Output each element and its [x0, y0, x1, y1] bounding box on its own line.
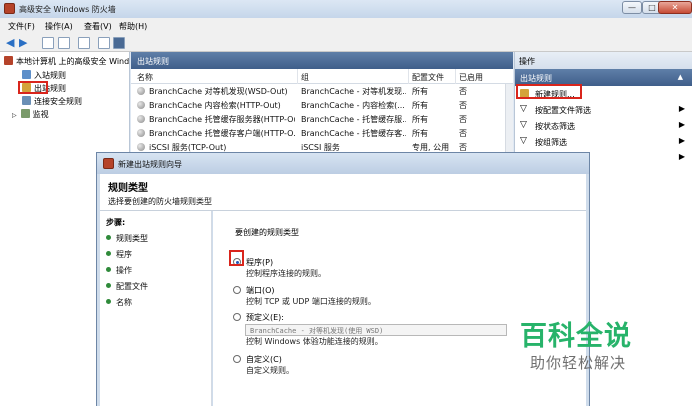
title-bar: 高级安全 Windows 防火墙 — □ ✕ — [0, 0, 692, 18]
step-program: 程序 — [106, 249, 132, 260]
actions-title: 操作 — [515, 52, 692, 69]
folder-up-icon[interactable] — [42, 37, 54, 49]
monitoring-icon — [20, 109, 30, 118]
table-row[interactable]: BranchCache 托管缓存服务器(HTTP-Out) BranchCach… — [131, 112, 505, 126]
watermark-slogan: 助你轻松解决 — [530, 354, 627, 372]
export-icon[interactable] — [78, 37, 90, 49]
watermark-logo: 百科全说 — [520, 321, 632, 352]
wizard-title: 新建出站规则向导 — [118, 160, 182, 169]
wizard-heading: 规则类型 — [108, 183, 148, 194]
back-icon[interactable]: ◀ — [6, 37, 16, 49]
connection-security-icon — [22, 96, 31, 105]
step-bullet-icon — [106, 235, 111, 240]
steps-header: 步骤: — [106, 218, 126, 227]
action-filter-by-state[interactable]: ▽ 按状态筛选 ▶ — [515, 118, 692, 134]
submenu-arrow-icon: ▶ — [678, 104, 685, 113]
rule-disabled-icon — [137, 143, 145, 151]
custom-radio[interactable] — [233, 355, 241, 363]
action-filter-by-profile[interactable]: ▽ 按配置文件筛选 ▶ — [515, 102, 692, 118]
minimize-button[interactable]: — — [622, 1, 642, 14]
menu-help[interactable]: 帮助(H) — [119, 21, 147, 32]
submenu-arrow-icon: ▶ — [678, 136, 685, 145]
new-outbound-rule-wizard: 新建出站规则向导 规则类型 选择要创建的防火墙规则类型 步骤: 规则类型 程序 … — [96, 152, 590, 406]
window-title: 高级安全 Windows 防火墙 — [19, 5, 116, 14]
wizard-steps: 步骤: 规则类型 程序 操作 配置文件 名称 — [100, 211, 212, 406]
show-hide-tree-icon[interactable] — [58, 37, 70, 49]
forward-icon[interactable]: ▶ — [19, 37, 29, 49]
firewall-app-icon — [4, 3, 15, 14]
highlight-outbound-rules — [18, 81, 48, 94]
rule-list-scrollbar[interactable] — [505, 84, 513, 154]
action-filter-by-group[interactable]: ▽ 按组筛选 ▶ — [515, 134, 692, 150]
step-bullet-icon — [106, 299, 111, 304]
table-row[interactable]: BranchCache 托管缓存客户端(HTTP-O... BranchCach… — [131, 126, 505, 140]
table-row[interactable]: BranchCache 内容检索(HTTP-Out) BranchCache -… — [131, 98, 505, 112]
wizard-subheading: 选择要创建的防火墙规则类型 — [108, 197, 212, 206]
toolbar: ◀ ▶ — [0, 34, 692, 52]
step-bullet-icon — [106, 283, 111, 288]
tree-item-inbound-rules[interactable]: 入站规则 — [22, 70, 66, 81]
column-name[interactable]: 名称 — [137, 72, 153, 83]
wizard-title-bar: 新建出站规则向导 — [97, 153, 589, 174]
step-bullet-icon — [106, 251, 111, 256]
expand-icon[interactable]: ▷ — [12, 112, 17, 119]
inbound-rules-icon — [22, 70, 31, 79]
column-enabled[interactable]: 已启用 — [459, 72, 483, 83]
filter-icon: ▽ — [520, 104, 527, 114]
menu-view[interactable]: 查看(V) — [84, 21, 112, 32]
step-rule-type: 规则类型 — [106, 233, 148, 244]
rule-type-question: 要创建的规则类型 — [235, 228, 299, 237]
predefined-radio[interactable] — [233, 313, 241, 321]
close-button[interactable]: ✕ — [658, 1, 692, 14]
submenu-arrow-icon: ▶ — [678, 120, 685, 129]
tree-item-connection-security[interactable]: 连接安全规则 — [22, 96, 82, 107]
column-profile[interactable]: 配置文件 — [412, 72, 444, 83]
highlight-new-rule — [516, 84, 582, 99]
step-profile: 配置文件 — [106, 281, 148, 292]
rule-disabled-icon — [137, 101, 145, 109]
rule-list: BranchCache 对等机发现(WSD-Out) BranchCache -… — [131, 84, 505, 154]
tree-root[interactable]: 本地计算机 上的高级安全 Wind — [4, 56, 129, 67]
filter-icon: ▽ — [520, 120, 527, 130]
filter-icon: ▽ — [520, 136, 527, 146]
menu-action[interactable]: 操作(A) — [45, 21, 73, 32]
table-row[interactable]: BranchCache 对等机发现(WSD-Out) BranchCache -… — [131, 84, 505, 98]
show-hide-actions-icon[interactable] — [113, 37, 125, 49]
step-name: 名称 — [106, 297, 132, 308]
firewall-icon — [4, 56, 13, 65]
wizard-icon — [103, 158, 114, 169]
help-icon[interactable] — [98, 37, 110, 49]
rule-disabled-icon — [137, 87, 145, 95]
port-radio[interactable] — [233, 286, 241, 294]
collapse-icon[interactable]: ▲ — [678, 73, 683, 81]
middle-pane-header: 出站规则 — [131, 52, 513, 69]
step-action: 操作 — [106, 265, 132, 276]
submenu-arrow-icon: ▶ — [678, 152, 685, 161]
tree-item-monitoring[interactable]: ▷ 监视 — [12, 109, 49, 120]
column-group[interactable]: 组 — [301, 72, 309, 83]
rule-disabled-icon — [137, 129, 145, 137]
rule-disabled-icon — [137, 115, 145, 123]
highlight-program-option — [229, 250, 244, 266]
wizard-content: 要创建的规则类型 程序(P) 控制程序连接的规则。 端口(O) 控制 TCP 或… — [213, 211, 586, 406]
menu-file[interactable]: 文件(F) — [8, 21, 35, 32]
rule-list-columns: 名称 组 配置文件 已启用 — [131, 69, 513, 84]
predefined-select[interactable]: BranchCache - 对等机发现(使用 WSD) — [245, 324, 507, 336]
step-bullet-icon — [106, 267, 111, 272]
menu-bar: 文件(F) 操作(A) 查看(V) 帮助(H) — [0, 18, 692, 34]
wizard-header: 规则类型 选择要创建的防火墙规则类型 — [100, 174, 586, 211]
